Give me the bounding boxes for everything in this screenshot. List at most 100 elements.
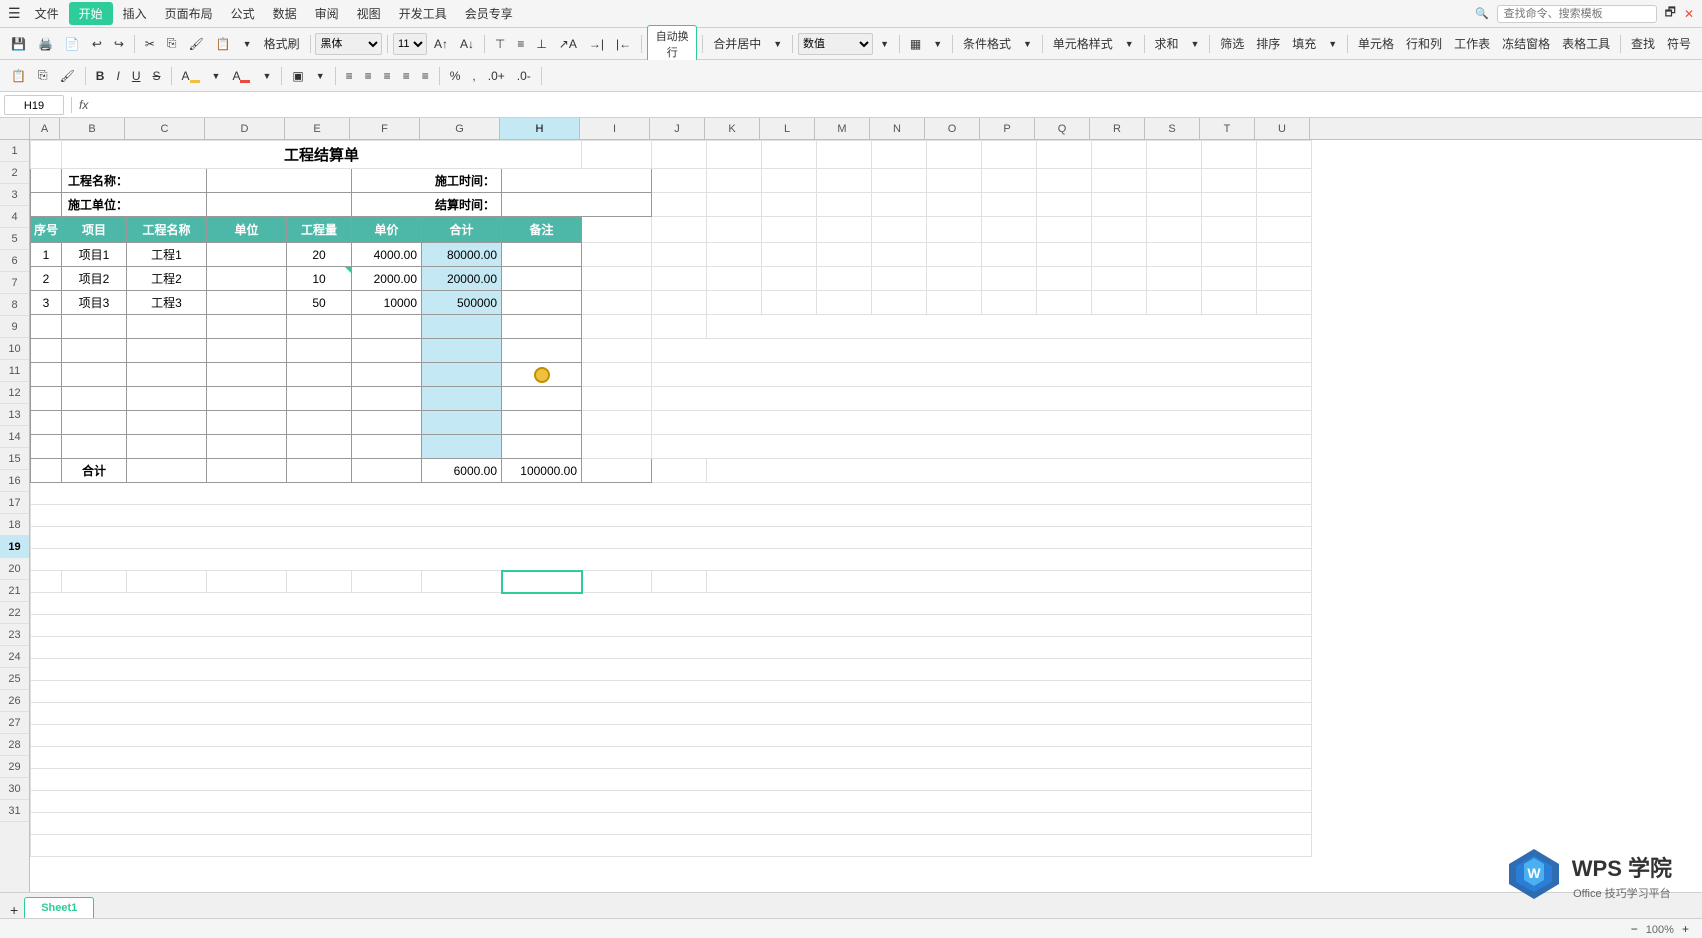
align-bottom-button[interactable]: ⊥ bbox=[531, 35, 551, 53]
fill-arrow[interactable]: ▼ bbox=[1323, 37, 1342, 51]
cell-e12[interactable] bbox=[287, 411, 352, 435]
cell-k6[interactable] bbox=[652, 267, 707, 291]
cell-b9[interactable] bbox=[62, 339, 127, 363]
cell-b14-label[interactable]: 合计 bbox=[62, 459, 127, 483]
cell-e14[interactable] bbox=[287, 459, 352, 483]
align-top-button[interactable]: ⊤ bbox=[490, 35, 510, 53]
cell-o2[interactable] bbox=[927, 169, 982, 193]
cell-l3[interactable] bbox=[762, 193, 817, 217]
cell-f19[interactable] bbox=[352, 571, 422, 593]
row-9[interactable]: 9 bbox=[0, 316, 29, 338]
border-arrow[interactable]: ▼ bbox=[311, 69, 330, 83]
row-20[interactable]: 20 bbox=[0, 558, 29, 580]
row-col-button[interactable]: 行和列 bbox=[1401, 33, 1447, 54]
increase-decimal-button[interactable]: .0+ bbox=[483, 67, 510, 85]
row-1[interactable]: 1 bbox=[0, 140, 29, 162]
cut-button[interactable]: ✂ bbox=[140, 35, 160, 53]
cell-f8[interactable] bbox=[352, 315, 422, 339]
cell-n7[interactable] bbox=[817, 291, 872, 315]
cell-a19[interactable] bbox=[31, 571, 62, 593]
row-2[interactable]: 2 bbox=[0, 162, 29, 184]
cell-v5[interactable] bbox=[1257, 243, 1312, 267]
cell-i9[interactable] bbox=[582, 339, 652, 363]
col-head-l[interactable]: L bbox=[760, 118, 815, 139]
align-center-button[interactable]: ≡ bbox=[360, 67, 377, 85]
row-21[interactable]: 21 bbox=[0, 580, 29, 602]
cell-d7-name[interactable]: 工程3 bbox=[127, 291, 207, 315]
cell-f10[interactable] bbox=[352, 363, 422, 387]
cell-s1[interactable] bbox=[1147, 141, 1202, 169]
cell-n5[interactable] bbox=[817, 243, 872, 267]
cell-g19[interactable] bbox=[422, 571, 502, 593]
cell-r3[interactable] bbox=[1092, 193, 1147, 217]
cell-m2[interactable] bbox=[817, 169, 872, 193]
cell-s5[interactable] bbox=[1092, 243, 1147, 267]
cell-f7-qty[interactable]: 50 bbox=[287, 291, 352, 315]
cell-a9[interactable] bbox=[31, 339, 62, 363]
cell-a3[interactable] bbox=[31, 193, 62, 217]
cell-header-qty[interactable]: 工程量 bbox=[287, 217, 352, 243]
cell-d10[interactable] bbox=[207, 363, 287, 387]
cell-p3[interactable] bbox=[982, 193, 1037, 217]
cell-j8[interactable] bbox=[652, 315, 707, 339]
cell-e9[interactable] bbox=[287, 339, 352, 363]
cell-h14-grand-total[interactable]: 100000.00 bbox=[502, 459, 582, 483]
cell-l1[interactable] bbox=[762, 141, 817, 169]
table-format-arrow[interactable]: ▼ bbox=[928, 37, 947, 51]
cell-i14[interactable] bbox=[582, 459, 652, 483]
cell-construction-time-label[interactable]: 施工时间： bbox=[352, 169, 502, 193]
row-19[interactable]: 19 bbox=[0, 536, 29, 558]
cell-row16[interactable] bbox=[31, 505, 1312, 527]
cell-e5-unit[interactable] bbox=[207, 243, 287, 267]
cell-h9[interactable] bbox=[502, 339, 582, 363]
cell-g6-price[interactable]: 2000.00 bbox=[352, 267, 422, 291]
col-head-k[interactable]: K bbox=[705, 118, 760, 139]
cell-u5[interactable] bbox=[1202, 243, 1257, 267]
cell-h19-active[interactable] bbox=[502, 571, 582, 593]
row-28[interactable]: 28 bbox=[0, 734, 29, 756]
cell-h6-total[interactable]: 20000.00 bbox=[422, 267, 502, 291]
row-24[interactable]: 24 bbox=[0, 646, 29, 668]
cell-g9[interactable] bbox=[422, 339, 502, 363]
row-7[interactable]: 7 bbox=[0, 272, 29, 294]
row-17[interactable]: 17 bbox=[0, 492, 29, 514]
underline-button[interactable]: U bbox=[127, 67, 146, 85]
col-head-u[interactable]: U bbox=[1255, 118, 1310, 139]
cell-v7[interactable] bbox=[1257, 291, 1312, 315]
col-head-n[interactable]: N bbox=[870, 118, 925, 139]
cell-d6-name[interactable]: 工程2 bbox=[127, 267, 207, 291]
cell-i1[interactable] bbox=[582, 141, 652, 169]
cell-c9[interactable] bbox=[127, 339, 207, 363]
col-head-t[interactable]: T bbox=[1200, 118, 1255, 139]
row-12[interactable]: 12 bbox=[0, 382, 29, 404]
cell-k2[interactable] bbox=[707, 169, 762, 193]
symbol-button[interactable]: 符号 bbox=[1662, 33, 1696, 54]
cell-n1[interactable] bbox=[872, 141, 927, 169]
cell-p7[interactable] bbox=[927, 291, 982, 315]
menu-home[interactable]: 开始 bbox=[69, 2, 113, 25]
cell-r1[interactable] bbox=[1092, 141, 1147, 169]
row-11[interactable]: 11 bbox=[0, 360, 29, 382]
cell-e7-unit[interactable] bbox=[207, 291, 287, 315]
cell-o5[interactable] bbox=[872, 243, 927, 267]
row-13[interactable]: 13 bbox=[0, 404, 29, 426]
cell-a1[interactable] bbox=[31, 141, 62, 169]
merge-center-button[interactable]: 合并居中 bbox=[708, 33, 766, 54]
cell-j3[interactable] bbox=[652, 193, 707, 217]
cell-s6[interactable] bbox=[1092, 267, 1147, 291]
cell-m7[interactable] bbox=[762, 291, 817, 315]
undo-button[interactable]: ↩ bbox=[87, 35, 107, 53]
row-30[interactable]: 30 bbox=[0, 778, 29, 800]
cell-t2[interactable] bbox=[1202, 169, 1257, 193]
cell-i6-remark[interactable] bbox=[502, 267, 582, 291]
cell-h8[interactable] bbox=[502, 315, 582, 339]
cell-b13[interactable] bbox=[62, 435, 127, 459]
cell-l5[interactable] bbox=[707, 243, 762, 267]
cell-n3[interactable] bbox=[872, 193, 927, 217]
cell-k1[interactable] bbox=[707, 141, 762, 169]
cell-styles-button[interactable]: 单元格样式 bbox=[1048, 33, 1118, 54]
row-18[interactable]: 18 bbox=[0, 514, 29, 536]
cell-n2[interactable] bbox=[872, 169, 927, 193]
cell-r6[interactable] bbox=[1037, 267, 1092, 291]
cell-row15[interactable] bbox=[31, 483, 1312, 505]
